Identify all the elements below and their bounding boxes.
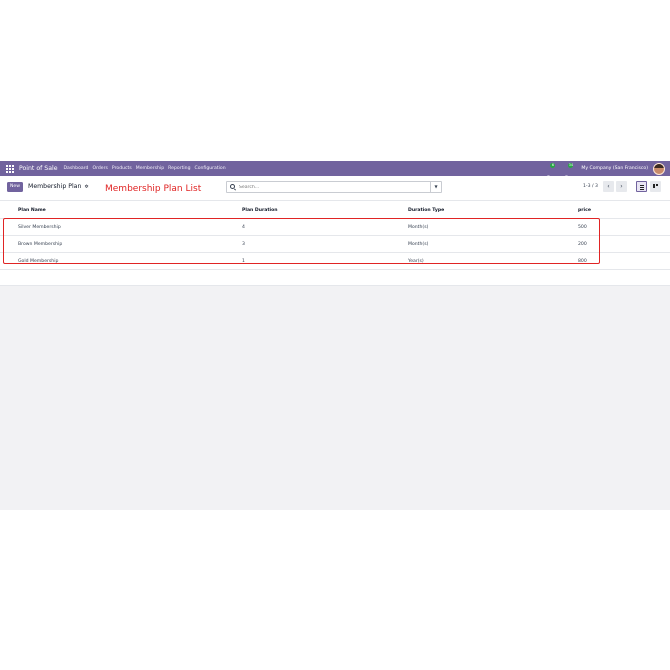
table-row[interactable]: Brown Membership 3 Month(s) 200 bbox=[0, 236, 670, 253]
table-row[interactable]: Silver Membership 4 Month(s) 500 bbox=[0, 219, 670, 236]
plan-duration-cell: 1 bbox=[242, 259, 245, 264]
duration-type-cell: Year(s) bbox=[408, 259, 424, 264]
plan-name-cell: Gold Membership bbox=[18, 259, 59, 264]
search-input[interactable] bbox=[239, 183, 419, 192]
plan-duration-cell: 3 bbox=[242, 242, 245, 247]
control-panel: New Membership Plan ✲ Membership Plan Li… bbox=[0, 176, 670, 201]
price-cell: 200 bbox=[578, 242, 587, 247]
activities-badge: 34 bbox=[568, 162, 574, 168]
list-view-button[interactable] bbox=[636, 181, 647, 192]
price-cell: 500 bbox=[578, 225, 587, 230]
user-avatar[interactable] bbox=[653, 162, 665, 175]
plan-name-cell: Brown Membership bbox=[18, 242, 63, 247]
table-header: Plan Name Plan Duration Duration Type pr… bbox=[0, 201, 670, 219]
search-options-toggle[interactable]: ▼ bbox=[430, 182, 441, 192]
duration-type-cell: Month(s) bbox=[408, 242, 429, 247]
membership-plan-list: Plan Name Plan Duration Duration Type pr… bbox=[0, 201, 670, 286]
pager-value[interactable]: 1-3 / 3 bbox=[583, 184, 598, 189]
apps-menu-icon[interactable] bbox=[6, 164, 14, 173]
search-bar: ▼ bbox=[226, 181, 442, 193]
price-cell: 800 bbox=[578, 259, 587, 264]
top-navbar: Point of Sale Dashboard Orders Products … bbox=[0, 161, 670, 182]
plan-name-cell: Silver Membership bbox=[18, 225, 61, 230]
list-view-icon bbox=[640, 185, 644, 190]
company-switcher[interactable]: My Company (San Francisco) bbox=[581, 166, 648, 171]
messages-badge: 6 bbox=[550, 162, 556, 168]
plan-duration-cell: 4 bbox=[242, 225, 245, 230]
menu-membership[interactable]: Membership bbox=[136, 166, 164, 171]
messages-button[interactable]: ● 6 bbox=[545, 162, 556, 182]
menu-reporting[interactable]: Reporting bbox=[168, 166, 190, 171]
menu-configuration[interactable]: Configuration bbox=[195, 166, 226, 171]
activities-button[interactable]: ◔ 34 bbox=[563, 162, 574, 182]
search-icon bbox=[230, 184, 235, 189]
gear-icon[interactable]: ✲ bbox=[84, 184, 88, 190]
systray: ● 6 ◔ 34 My Company (San Francisco) bbox=[545, 161, 670, 182]
kanban-view-icon bbox=[653, 184, 658, 188]
page-title-text: Membership Plan bbox=[28, 183, 82, 190]
column-plan-duration[interactable]: Plan Duration bbox=[242, 208, 278, 213]
annotation-label: Membership Plan List bbox=[105, 184, 202, 194]
pager-next-button[interactable]: › bbox=[616, 181, 627, 192]
empty-row bbox=[0, 270, 670, 286]
page-title: Membership Plan ✲ bbox=[28, 183, 89, 190]
menu-orders[interactable]: Orders bbox=[92, 166, 107, 171]
column-plan-name[interactable]: Plan Name bbox=[18, 208, 46, 213]
column-price[interactable]: price bbox=[578, 208, 591, 213]
new-button[interactable]: New bbox=[7, 182, 24, 192]
menu-products[interactable]: Products bbox=[112, 166, 132, 171]
app-name[interactable]: Point of Sale bbox=[19, 165, 58, 172]
menu-dashboard[interactable]: Dashboard bbox=[64, 166, 89, 171]
app-window: Point of Sale Dashboard Orders Products … bbox=[0, 161, 670, 510]
table-row[interactable]: Gold Membership 1 Year(s) 800 bbox=[0, 253, 670, 270]
pager-previous-button[interactable]: ‹ bbox=[603, 181, 614, 192]
duration-type-cell: Month(s) bbox=[408, 225, 429, 230]
kanban-view-button[interactable] bbox=[650, 181, 661, 192]
column-duration-type[interactable]: Duration Type bbox=[408, 208, 444, 213]
